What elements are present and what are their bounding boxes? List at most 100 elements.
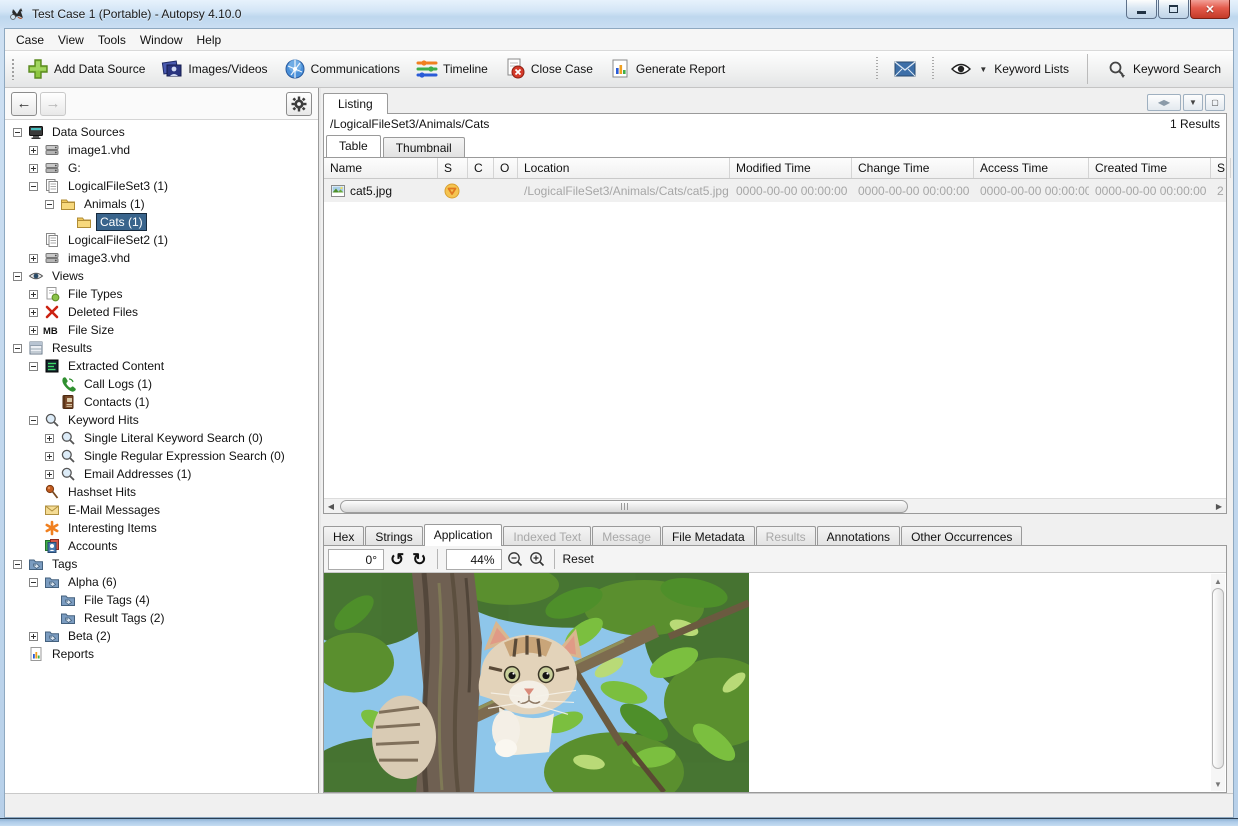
scroll-right-icon[interactable]: ▶: [1212, 502, 1226, 511]
tab-file-metadata[interactable]: File Metadata: [661, 526, 755, 546]
menu-item-window[interactable]: Window: [133, 30, 190, 50]
image-viewer-canvas[interactable]: ▲ ▼: [324, 573, 1226, 792]
zoom-field[interactable]: 44%: [445, 548, 502, 570]
column-header-change-time[interactable]: Change Time: [852, 158, 974, 178]
zoom-in-button[interactable]: [528, 550, 546, 568]
tree-item-reports[interactable]: Reports: [5, 645, 318, 663]
collapse-icon[interactable]: [13, 271, 22, 281]
reset-button[interactable]: Reset: [563, 552, 594, 566]
tab-hex[interactable]: Hex: [323, 526, 365, 546]
tree-item-g-[interactable]: G:: [5, 159, 318, 177]
rotate-right-button[interactable]: ↻: [410, 551, 428, 568]
generate-report-button[interactable]: Generate Report: [601, 53, 733, 85]
expand-icon[interactable]: [29, 631, 38, 641]
communications-button[interactable]: Communications: [276, 53, 408, 85]
expand-icon[interactable]: [29, 289, 38, 299]
keyword-search-button[interactable]: Keyword Search: [1098, 53, 1229, 85]
zoom-out-button[interactable]: [506, 550, 524, 568]
tree-item-logicalfileset2-1-[interactable]: LogicalFileSet2 (1): [5, 231, 318, 249]
tab-dropdown-button[interactable]: ▼: [1183, 94, 1203, 111]
column-header-access-time[interactable]: Access Time: [974, 158, 1089, 178]
tab-application[interactable]: Application: [423, 524, 503, 546]
close-button[interactable]: ✕: [1190, 0, 1230, 19]
expand-icon[interactable]: [29, 253, 38, 263]
tab-listing[interactable]: Listing: [323, 93, 388, 114]
close-case-button[interactable]: Close Case: [496, 53, 601, 85]
menu-item-help[interactable]: Help: [190, 30, 229, 50]
expand-icon[interactable]: [29, 163, 38, 173]
tree-item-e-mail-messages[interactable]: E-Mail Messages: [5, 501, 318, 519]
collapse-icon[interactable]: [29, 415, 38, 425]
collapse-icon[interactable]: [13, 559, 22, 569]
tab-strings[interactable]: Strings: [365, 526, 423, 546]
rotation-field[interactable]: 0°: [328, 548, 384, 570]
tree-item-beta-2-[interactable]: Beta (2): [5, 627, 318, 645]
collapse-icon[interactable]: [13, 343, 22, 353]
tree-item-results[interactable]: Results: [5, 339, 318, 357]
scrollbar-thumb[interactable]: [1212, 588, 1224, 770]
tree-item-extracted-content[interactable]: Extracted Content: [5, 357, 318, 375]
forward-button[interactable]: →: [40, 91, 66, 116]
rotate-left-button[interactable]: ↺: [388, 551, 406, 568]
tree-item-animals-1-[interactable]: Animals (1): [5, 195, 318, 213]
collapse-icon[interactable]: [13, 127, 22, 137]
back-button[interactable]: ←: [11, 91, 37, 116]
column-header-location[interactable]: Location: [518, 158, 730, 178]
expand-icon[interactable]: [29, 307, 38, 317]
tree-item-hashset-hits[interactable]: Hashset Hits: [5, 483, 318, 501]
tree-item-image1-vhd[interactable]: image1.vhd: [5, 141, 318, 159]
maximize-button[interactable]: [1158, 0, 1189, 19]
tree-item-email-addresses-1-[interactable]: Email Addresses (1): [5, 465, 318, 483]
tree-item-result-tags-2-[interactable]: Result Tags (2): [5, 609, 318, 627]
tree-item-file-types[interactable]: File Types: [5, 285, 318, 303]
tree-item-file-tags-4-[interactable]: File Tags (4): [5, 591, 318, 609]
tree-item-views[interactable]: Views: [5, 267, 318, 285]
tree-item-alpha-6-[interactable]: Alpha (6): [5, 573, 318, 591]
collapse-icon[interactable]: [29, 361, 38, 371]
timeline-button[interactable]: Timeline: [408, 53, 496, 85]
table-row[interactable]: cat5.jpg/LogicalFileSet3/Animals/Cats/ca…: [324, 179, 1226, 202]
menu-item-view[interactable]: View: [51, 30, 91, 50]
menu-item-case[interactable]: Case: [9, 30, 51, 50]
vertical-scrollbar[interactable]: ▲ ▼: [1211, 574, 1225, 791]
expand-icon[interactable]: [29, 145, 38, 155]
collapse-icon[interactable]: [29, 181, 38, 191]
scroll-up-icon[interactable]: ▲: [1214, 574, 1222, 588]
minimize-button[interactable]: [1126, 0, 1157, 19]
tree-item-single-literal-keyword-search-0-[interactable]: Single Literal Keyword Search (0): [5, 429, 318, 447]
tree-options-button[interactable]: [286, 91, 312, 116]
tree-item-file-size[interactable]: MB File Size: [5, 321, 318, 339]
collapse-icon[interactable]: [45, 199, 54, 209]
menu-item-tools[interactable]: Tools: [91, 30, 133, 50]
expand-icon[interactable]: [45, 433, 54, 443]
tree-item-tags[interactable]: Tags: [5, 555, 318, 573]
add-data-source-button[interactable]: Add Data Source: [19, 53, 153, 85]
tree-item-image3-vhd[interactable]: image3.vhd: [5, 249, 318, 267]
column-header-o[interactable]: O: [494, 158, 518, 178]
column-header-name[interactable]: Name: [324, 158, 438, 178]
tree-item-call-logs-1-[interactable]: Call Logs (1): [5, 375, 318, 393]
column-header-s[interactable]: S: [438, 158, 468, 178]
tab-thumbnail[interactable]: Thumbnail: [382, 137, 465, 157]
tab-other-occurrences[interactable]: Other Occurrences: [901, 526, 1023, 546]
column-header-c[interactable]: C: [468, 158, 494, 178]
tree-item-contacts-1-[interactable]: Contacts (1): [5, 393, 318, 411]
email-button[interactable]: [886, 53, 924, 85]
tree-item-accounts[interactable]: Accounts: [5, 537, 318, 555]
expand-icon[interactable]: [45, 451, 54, 461]
scroll-left-icon[interactable]: ◀: [324, 502, 338, 511]
scroll-down-icon[interactable]: ▼: [1214, 777, 1222, 791]
column-header-modified-time[interactable]: Modified Time: [730, 158, 852, 178]
column-header-created-time[interactable]: Created Time: [1089, 158, 1211, 178]
tree-item-interesting-items[interactable]: Interesting Items: [5, 519, 318, 537]
tree-item-data-sources[interactable]: Data Sources: [5, 123, 318, 141]
tab-maximize-button[interactable]: ▢: [1205, 94, 1225, 111]
tab-annotations[interactable]: Annotations: [816, 526, 901, 546]
expand-icon[interactable]: [45, 469, 54, 479]
scrollbar-thumb[interactable]: [340, 499, 909, 513]
images-videos-button[interactable]: Images/Videos: [153, 53, 275, 85]
tab-table[interactable]: Table: [326, 135, 381, 157]
tab-scroll-buttons[interactable]: ◀▶: [1147, 94, 1181, 111]
collapse-icon[interactable]: [29, 577, 38, 587]
tree-item-keyword-hits[interactable]: Keyword Hits: [5, 411, 318, 429]
